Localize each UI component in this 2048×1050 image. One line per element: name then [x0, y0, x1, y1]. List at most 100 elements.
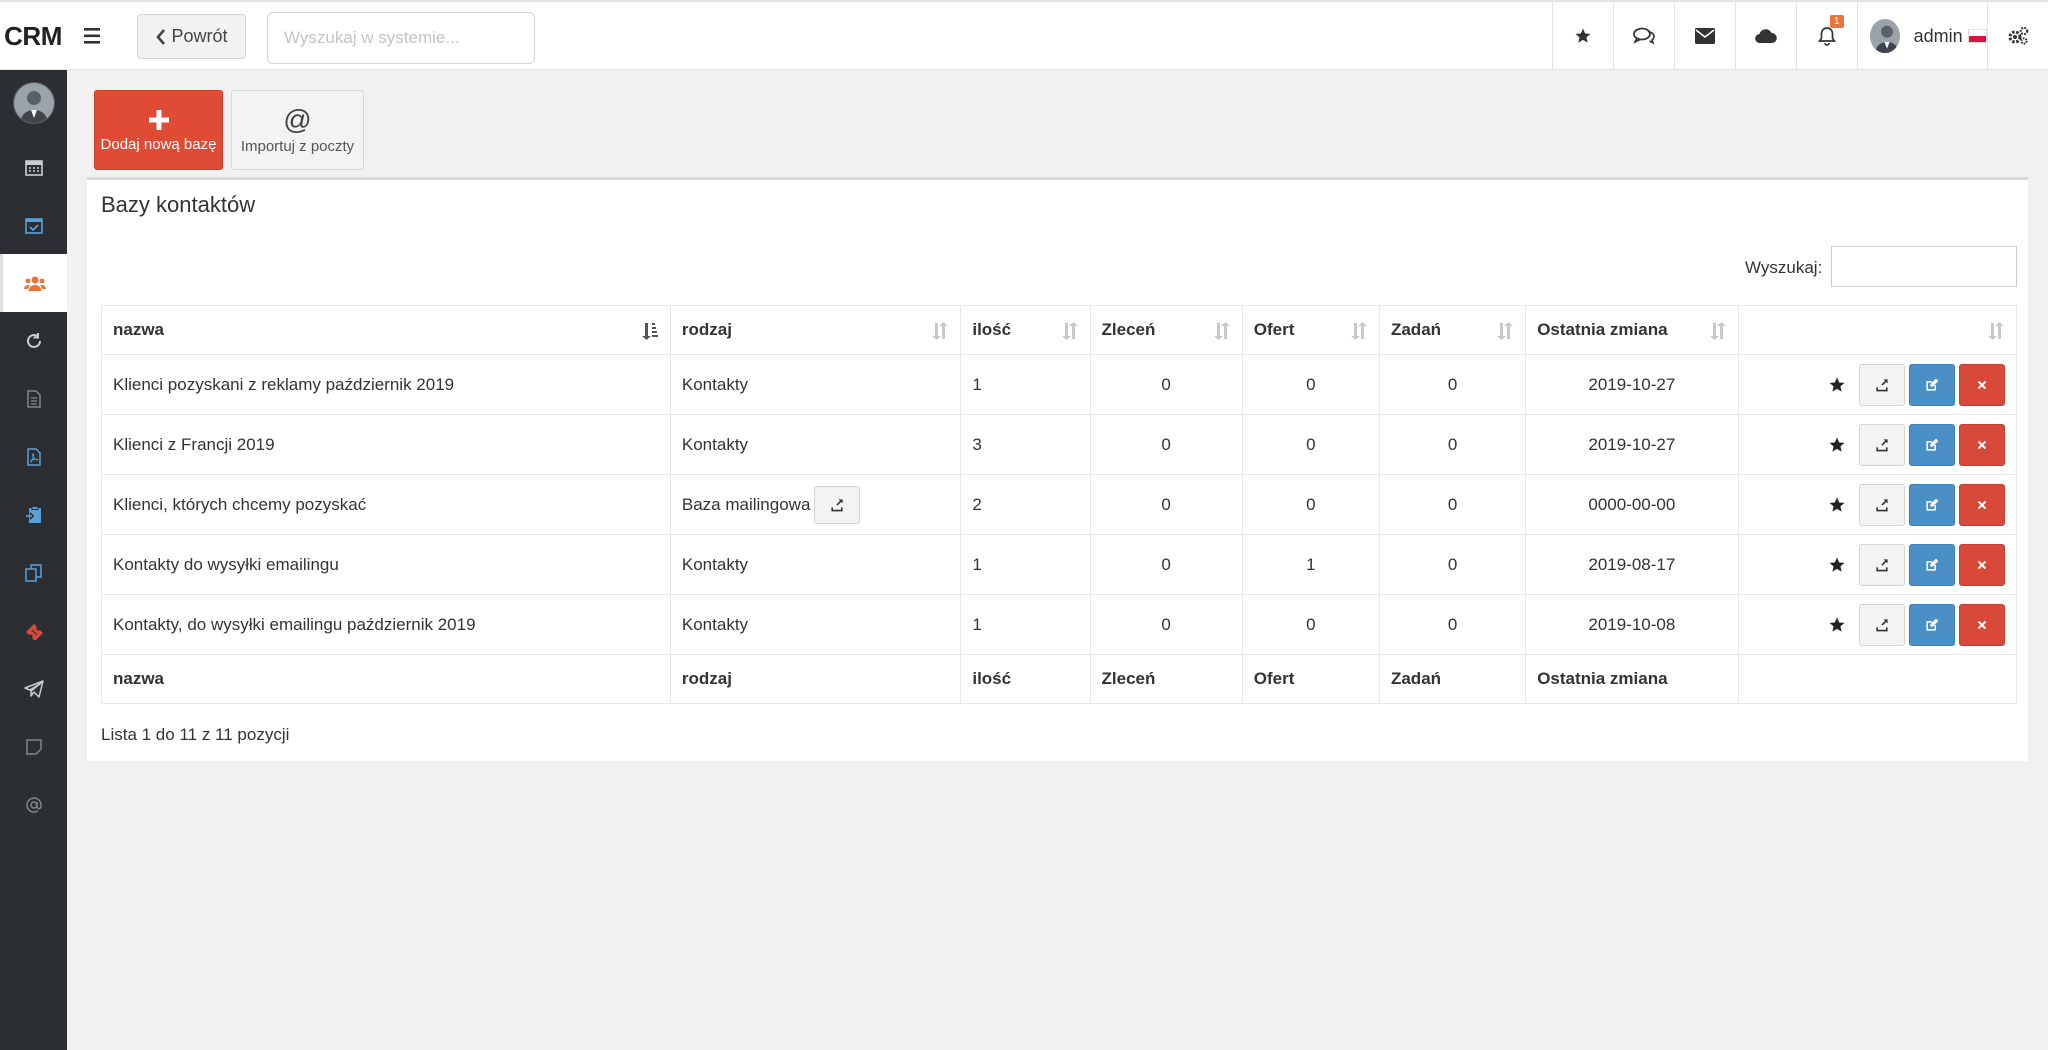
row-type: Baza mailingowa: [681, 494, 811, 514]
export-button[interactable]: [1859, 603, 1905, 646]
import-label: Importuj z poczty: [240, 137, 355, 155]
cloud-icon: [1755, 28, 1777, 44]
table-search-input[interactable]: [1831, 246, 2017, 287]
table-row[interactable]: Klienci pozyskani z reklamy październik …: [101, 354, 2018, 415]
sidebar-item-calendar[interactable]: [0, 138, 67, 196]
table-row[interactable]: Klienci, których chcemy pozyskać Baza mai…: [101, 474, 2018, 535]
row-count: 1: [960, 354, 1091, 415]
col-header-orders[interactable]: Zleceń: [1089, 305, 1243, 355]
sidebar-item-refresh[interactable]: [0, 312, 67, 370]
envelope-icon: [1695, 28, 1715, 44]
row-type-cell: Baza mailingowa: [669, 474, 962, 535]
sidebar-item-notes[interactable]: [0, 718, 67, 776]
chat-button[interactable]: [1613, 2, 1674, 70]
row-name[interactable]: Klienci pozyskani z reklamy październik …: [101, 354, 671, 415]
row-tasks: 0: [1378, 354, 1527, 415]
sidebar-item-email[interactable]: [0, 776, 67, 834]
row-name[interactable]: Kontakty, do wysyłki emailingu październ…: [101, 594, 671, 655]
notifications-button[interactable]: 1: [1796, 2, 1857, 70]
pdf-icon: [26, 448, 42, 466]
table-row[interactable]: Kontakty do wysyłki emailingu Kontakty 1 0 1…: [101, 534, 2018, 595]
export-button[interactable]: [1859, 483, 1905, 526]
settings-button[interactable]: [1987, 2, 2048, 70]
row-orders: 0: [1089, 414, 1243, 475]
plus-icon: [147, 108, 171, 132]
sidebar-avatar[interactable]: [13, 82, 55, 124]
footer-type: rodzaj: [669, 654, 962, 704]
menu-toggle-icon[interactable]: [84, 26, 106, 46]
delete-button[interactable]: [1959, 603, 2005, 646]
row-type-cell: Kontakty: [669, 594, 962, 655]
favorites-button[interactable]: [1552, 2, 1613, 70]
sidebar-item-tasks[interactable]: [0, 196, 67, 254]
footer-count: ilość: [960, 654, 1091, 704]
row-type: Kontakty: [681, 434, 749, 454]
col-header-type[interactable]: rodzaj: [669, 305, 962, 355]
favorite-button[interactable]: [1819, 604, 1855, 646]
favorite-button[interactable]: [1819, 424, 1855, 466]
sidebar-item-pdf[interactable]: [0, 428, 67, 486]
favorite-button[interactable]: [1819, 544, 1855, 586]
sidebar-item-clipboard[interactable]: [0, 486, 67, 544]
export-icon: [1874, 497, 1890, 513]
row-type-cell: Kontakty: [669, 534, 962, 595]
favorite-button[interactable]: [1819, 484, 1855, 526]
row-last-change: 2019-08-17: [1525, 534, 1739, 595]
close-icon: [1975, 438, 1989, 452]
edit-button[interactable]: [1909, 543, 1955, 586]
table-header-row: nazwa rodzaj ilość Zleceń Ofert Zadań Os…: [101, 305, 2018, 355]
row-name[interactable]: Kontakty do wysyłki emailingu: [101, 534, 671, 595]
sidebar-item-copies[interactable]: [0, 544, 67, 602]
mailing-export-button[interactable]: [814, 485, 861, 524]
edit-icon: [1924, 377, 1940, 393]
table-row[interactable]: Klienci z Francji 2019 Kontakty 3 0 0 0 2019-1…: [101, 414, 2018, 475]
delete-button[interactable]: [1959, 543, 2005, 586]
col-header-last-change[interactable]: Ostatnia zmiana: [1525, 305, 1739, 355]
col-header-tasks[interactable]: Zadań: [1378, 305, 1527, 355]
back-button[interactable]: Powrót: [137, 14, 246, 59]
export-button[interactable]: [1859, 423, 1905, 466]
col-header-offers[interactable]: Ofert: [1241, 305, 1380, 355]
edit-button[interactable]: [1909, 483, 1955, 526]
edit-button[interactable]: [1909, 423, 1955, 466]
app-logo[interactable]: CRM: [0, 2, 66, 70]
contact-bases-panel: Bazy kontaktów Wyszukaj: nazwa rodzaj il…: [87, 177, 2028, 761]
sidebar-item-documents[interactable]: [0, 370, 67, 428]
back-button-label: Powrót: [171, 26, 228, 46]
favorite-button[interactable]: [1819, 364, 1855, 406]
col-header-name[interactable]: nazwa: [101, 305, 671, 355]
col-header-orders-label: Zleceń: [1101, 320, 1156, 339]
row-name[interactable]: Klienci z Francji 2019: [101, 414, 671, 475]
global-search-input[interactable]: [267, 12, 535, 64]
sidebar-item-mailing[interactable]: [0, 660, 67, 718]
sidebar-item-contacts[interactable]: [0, 254, 67, 312]
footer-tasks: Zadań: [1378, 654, 1527, 704]
import-from-mail-button[interactable]: @ Importuj z poczty: [231, 90, 364, 170]
delete-button[interactable]: [1959, 423, 2005, 466]
col-header-count-label: ilość: [972, 320, 1012, 339]
export-button[interactable]: [1859, 543, 1905, 586]
col-header-actions[interactable]: [1737, 305, 2018, 355]
row-type: Kontakty: [681, 614, 749, 634]
col-header-count[interactable]: ilość: [960, 305, 1091, 355]
delete-button[interactable]: [1959, 483, 2005, 526]
mail-button[interactable]: [1674, 2, 1735, 70]
users-icon: [24, 275, 46, 291]
sidebar-item-tickets[interactable]: [0, 602, 67, 660]
table-footer-row: nazwa rodzaj ilość Zleceń Ofert Zadań Os…: [101, 654, 2018, 704]
row-name[interactable]: Klienci, których chcemy pozyskać: [101, 474, 671, 535]
add-base-button[interactable]: Dodaj nową bazę: [94, 90, 223, 170]
user-menu[interactable]: admin: [1857, 2, 1987, 70]
edit-button[interactable]: [1909, 363, 1955, 406]
export-button[interactable]: [1859, 363, 1905, 406]
sort-icon: [1495, 321, 1515, 341]
chevron-left-icon: [155, 28, 167, 45]
edit-button[interactable]: [1909, 603, 1955, 646]
table-row[interactable]: Kontakty, do wysyłki emailingu październ…: [101, 594, 2018, 655]
cloud-button[interactable]: [1735, 2, 1796, 70]
edit-icon: [1924, 557, 1940, 573]
row-offers: 0: [1241, 474, 1380, 535]
delete-button[interactable]: [1959, 363, 2005, 406]
export-icon: [829, 497, 845, 513]
panel-title: Bazy kontaktów: [101, 192, 256, 217]
